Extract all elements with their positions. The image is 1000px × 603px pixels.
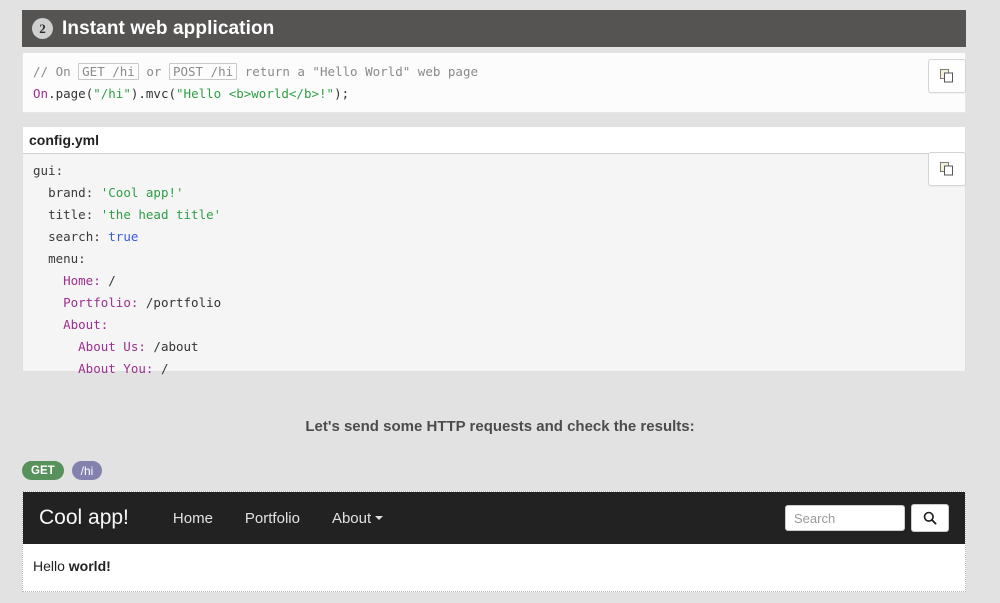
config-filename: config.yml <box>23 127 965 154</box>
code-comment-mid: or <box>138 64 169 79</box>
http-path-badge: /hi <box>71 461 103 480</box>
config-yaml-body: gui: brand: 'Cool app!' title: 'the head… <box>23 154 965 390</box>
preview-body: Hello world! <box>23 544 965 574</box>
nav-link-portfolio[interactable]: Portfolio <box>229 510 316 527</box>
copy-icon <box>940 162 953 176</box>
copy-code-button-yaml[interactable] <box>928 152 966 186</box>
prompt-text: Let's send some HTTP requests and check … <box>305 418 695 435</box>
code-comment-prefix: // On <box>33 64 79 79</box>
yaml-key: About: <box>63 317 109 332</box>
nav-link-label: Portfolio <box>244 509 300 527</box>
navbar-search-group <box>785 504 949 532</box>
nav-link-home[interactable]: Home <box>157 510 229 527</box>
step-number-badge: 2 <box>32 18 53 39</box>
yaml-key: Home: <box>63 273 101 288</box>
code-comment-suffix: return a "Hello World" web page <box>237 64 478 79</box>
yaml-key: search: <box>48 229 101 244</box>
code-statement-end: ); <box>334 86 350 101</box>
preview-navbar: Cool app! Home Portfolio About <box>23 492 965 544</box>
http-method-badge: GET <box>22 461 64 480</box>
code-identifier-on: On <box>33 86 49 101</box>
inline-chip-get: GET /hi <box>78 63 139 80</box>
yaml-value: /portfolio <box>145 295 222 310</box>
inline-chip-post: POST /hi <box>168 63 238 80</box>
search-button[interactable] <box>911 504 949 532</box>
yaml-key: brand: <box>48 185 94 200</box>
code-string-path: "/hi" <box>93 86 131 101</box>
yaml-key: menu: <box>48 251 86 266</box>
search-input[interactable] <box>785 505 905 531</box>
page-title: Instant web application <box>62 17 275 39</box>
yaml-value: / <box>160 361 169 376</box>
yaml-value: /about <box>153 339 199 354</box>
yaml-key: About You: <box>78 361 154 376</box>
nav-link-label: Home <box>172 509 213 527</box>
yaml-key: About Us: <box>78 339 146 354</box>
chevron-down-icon <box>375 516 384 520</box>
nav-link-about[interactable]: About <box>316 510 399 527</box>
page-root: 2 Instant web application // On GET /hi … <box>0 0 1000 603</box>
preview-body-text: Hello <box>33 558 69 574</box>
copy-icon <box>940 69 953 83</box>
yaml-value: 'Cool app!' <box>100 185 184 200</box>
nav-link-label: About <box>331 509 372 527</box>
yaml-value: true <box>108 229 139 244</box>
copy-code-button-java[interactable] <box>928 59 966 93</box>
yaml-key: Portfolio: <box>63 295 139 310</box>
code-call-page: .page( <box>48 86 94 101</box>
yaml-value: / <box>108 273 116 288</box>
java-code-block: // On GET /hi or POST /hi return a "Hell… <box>22 53 966 113</box>
preview-body-bold: world! <box>68 558 111 574</box>
section-header: 2 Instant web application <box>22 10 966 47</box>
http-request-row: GET /hi <box>22 461 103 480</box>
navbar-brand[interactable]: Cool app! <box>39 506 129 530</box>
navbar-links: Home Portfolio About <box>157 510 399 527</box>
config-yaml-card: config.yml gui: brand: 'Cool app!' title… <box>22 126 966 376</box>
magnifier-icon <box>923 511 937 525</box>
browser-preview: Cool app! Home Portfolio About Hello world… <box>22 491 966 592</box>
yaml-key: title: <box>48 207 94 222</box>
code-call-mvc: ).mvc( <box>130 86 177 101</box>
code-string-html: "Hello <b>world</b>!" <box>176 86 335 101</box>
yaml-key: gui: <box>33 163 64 178</box>
yaml-value: 'the head title' <box>100 207 222 222</box>
